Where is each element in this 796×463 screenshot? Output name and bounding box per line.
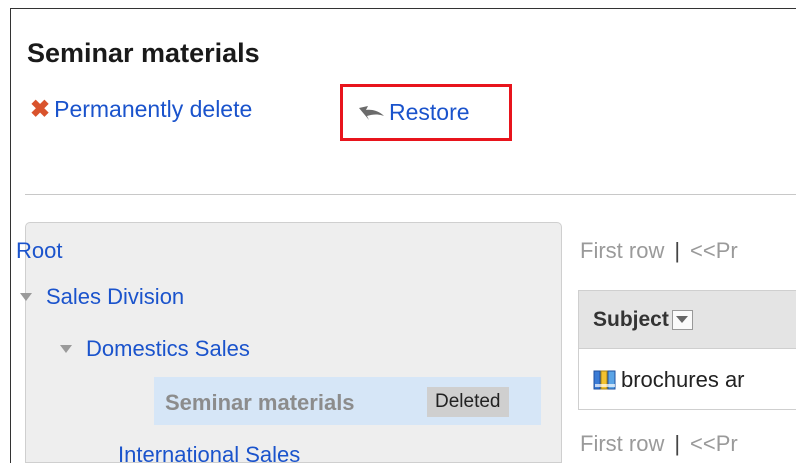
pager-separator: | bbox=[674, 238, 681, 263]
tree-item-seminar-materials: Seminar materials bbox=[165, 390, 355, 415]
status-badge: Deleted bbox=[427, 387, 509, 417]
table-header: Subject bbox=[579, 291, 796, 349]
sort-dropdown-icon[interactable] bbox=[671, 309, 693, 330]
pager-prev: <<Pr bbox=[690, 238, 738, 263]
restore-button[interactable]: Restore bbox=[340, 84, 512, 141]
column-header-subject[interactable]: Subject bbox=[593, 308, 669, 332]
permanently-delete-button[interactable]: ✖ Permanently delete bbox=[30, 96, 252, 123]
pager-bottom: First row | <<Pr bbox=[580, 431, 738, 457]
tree-item-international-sales[interactable]: International Sales bbox=[118, 442, 300, 463]
pager-separator: | bbox=[674, 431, 681, 456]
tree-item-label: Domestics Sales bbox=[86, 336, 250, 361]
tree-item-label: Sales Division bbox=[46, 284, 185, 309]
binder-icon bbox=[593, 370, 616, 390]
tree-item-label: International Sales bbox=[118, 442, 301, 463]
tree-item-domestic-sales[interactable]: Domestics Sales bbox=[60, 336, 250, 362]
triangle-down-icon[interactable] bbox=[20, 293, 32, 301]
pager-top: First row | <<Pr bbox=[580, 238, 738, 264]
tree-item-root[interactable]: Root bbox=[16, 238, 62, 264]
pager-first-row: First row bbox=[580, 238, 665, 263]
restore-arrow-icon bbox=[359, 105, 384, 120]
table-row[interactable]: brochures ar bbox=[579, 349, 796, 411]
permanently-delete-label: Permanently delete bbox=[54, 96, 253, 122]
x-icon: ✖ bbox=[30, 95, 51, 123]
pager-first-row: First row bbox=[580, 431, 665, 456]
tree-item-sales-division[interactable]: Sales Division bbox=[20, 284, 184, 310]
page-title: Seminar materials bbox=[27, 38, 260, 68]
row-subject[interactable]: brochures ar bbox=[621, 367, 745, 393]
pager-prev: <<Pr bbox=[690, 431, 738, 456]
items-table: Subject brochures ar bbox=[578, 290, 796, 410]
restore-label: Restore bbox=[389, 99, 470, 125]
tree-item-label: Root bbox=[16, 238, 63, 263]
triangle-down-icon[interactable] bbox=[60, 345, 72, 353]
divider bbox=[25, 194, 796, 195]
